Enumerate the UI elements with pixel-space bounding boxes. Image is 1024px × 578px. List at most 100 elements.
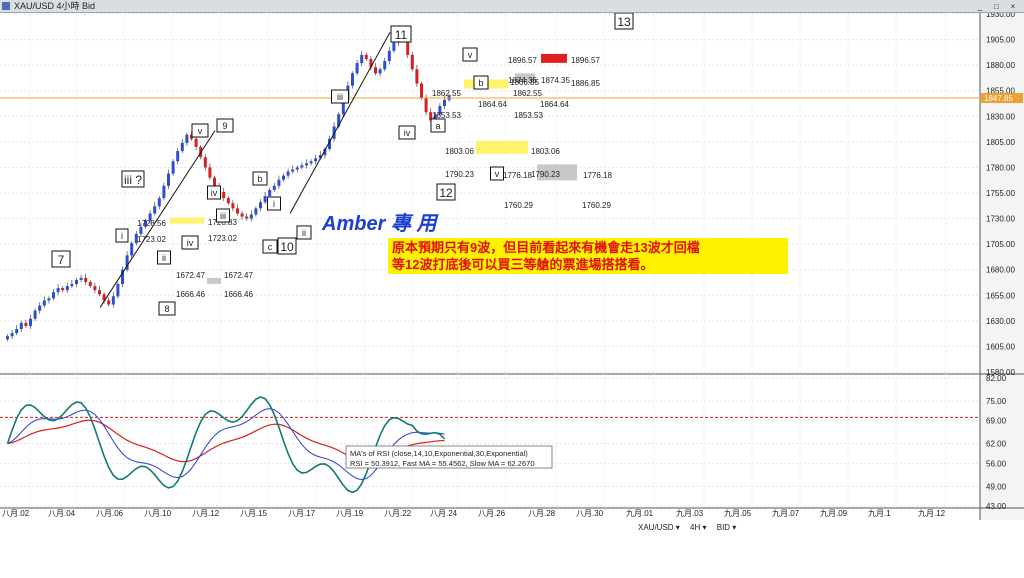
time-tick-label: 八月.04 [48, 509, 76, 518]
wave-label: v [198, 126, 203, 136]
candle-body [282, 175, 285, 180]
price-level-label: 1790.23 [531, 170, 560, 179]
price-chart[interactable]: 1930.001905.001880.001855.001830.001805.… [0, 0, 1024, 578]
maximize-button[interactable]: □ [989, 1, 1003, 13]
candle-body [75, 279, 78, 285]
time-tick-label: 八月.17 [288, 509, 316, 518]
time-tick-label: 八月.28 [528, 509, 556, 518]
candle-body [309, 161, 313, 164]
candle-body [24, 322, 28, 326]
candle-body [415, 69, 419, 84]
candle-body [65, 286, 69, 291]
rsi-tick-label: 75.00 [986, 397, 1007, 406]
window-titlebar[interactable]: XAU/USD 4小時 Bid _ □ × [0, 0, 1024, 13]
price-level-label: 1886.85 [571, 79, 600, 88]
candle-body [263, 196, 267, 203]
wave-label: ii [162, 253, 166, 263]
candle-body [420, 83, 423, 98]
candle-body [378, 69, 382, 74]
candle-body [240, 213, 244, 217]
candle-body [383, 61, 387, 70]
candle-body [98, 290, 101, 295]
time-tick-label: 九月.01 [626, 509, 654, 518]
support-zone [170, 217, 204, 224]
candle-body [226, 198, 230, 204]
time-tick-label: 九月.07 [772, 509, 800, 518]
wave-label: i [273, 199, 275, 209]
rsi-tick-label: 82.00 [986, 374, 1007, 383]
time-tick-label: 九月.05 [724, 509, 752, 518]
candle-body [254, 208, 258, 215]
time-tick-label: 八月.19 [336, 509, 364, 518]
wave-label: v [468, 50, 473, 60]
side-select[interactable]: BID ▾ [717, 523, 737, 532]
wave-label: ii [302, 228, 306, 238]
rsi-tick-label: 49.00 [986, 482, 1007, 491]
candle-body [111, 296, 115, 305]
wave-label: iii [220, 211, 226, 221]
price-level-label: 1790.23 [445, 170, 474, 179]
price-level-label: 1896.57 [508, 56, 537, 65]
time-tick-label: 九月.03 [676, 509, 704, 518]
candle-body [42, 300, 46, 306]
candle-body [15, 329, 19, 334]
price-tick-label: 1705.00 [986, 240, 1015, 249]
price-level-label: 1672.47 [176, 271, 205, 280]
price-level-label: 1760.29 [504, 201, 533, 210]
candle-body [79, 277, 83, 280]
candle-body [61, 288, 65, 291]
price-level-label: 1803.06 [531, 147, 560, 156]
candle-body [84, 277, 88, 282]
candle-body [88, 281, 92, 287]
candle-body [185, 134, 189, 143]
candle-body [300, 165, 304, 168]
candle-body [52, 292, 55, 299]
candle-body [130, 243, 134, 256]
price-tick-label: 1755.00 [986, 189, 1015, 198]
wave-label: iv [404, 128, 411, 138]
candle-body [245, 216, 249, 219]
timeframe-select[interactable]: 4H ▾ [690, 523, 706, 532]
candle-body [153, 206, 157, 214]
wave-label: 7 [58, 253, 65, 267]
wave-label: 8 [164, 304, 169, 314]
price-tick-label: 1905.00 [986, 36, 1015, 45]
rsi-tick-label: 56.00 [986, 459, 1007, 468]
support-zone [476, 140, 528, 154]
candle-body [194, 138, 198, 147]
wave-label: iv [187, 238, 194, 248]
time-tick-label: 八月.02 [2, 509, 30, 518]
candle-body [272, 185, 276, 190]
minimize-button[interactable]: _ [973, 1, 987, 13]
candle-body [6, 336, 9, 340]
price-level-label: 1862.55 [513, 89, 542, 98]
candle-body [70, 284, 74, 287]
candle-body [93, 286, 97, 291]
note-line: 等12波打底後可以買三等艙的票進場搭搭看。 [391, 257, 653, 272]
candle-body [157, 198, 161, 207]
rsi-legend-line: MA's of RSI (close,14,10,Exponential,30,… [350, 449, 528, 458]
price-tick-label: 1830.00 [986, 112, 1015, 121]
candle-body [286, 171, 290, 176]
wave-label: 13 [617, 15, 631, 29]
candle-body [392, 42, 396, 51]
candle-body [10, 333, 14, 337]
candle-body [259, 202, 262, 209]
rsi-tick-label: 62.00 [986, 440, 1007, 449]
wave-label: i [121, 231, 123, 241]
price-level-label: 1853.53 [514, 111, 543, 120]
price-level-label: 1803.06 [445, 147, 474, 156]
close-button[interactable]: × [1006, 1, 1020, 13]
bottom-strip [0, 536, 1024, 578]
price-level-label: 1723.02 [208, 234, 237, 243]
time-tick-label: 九月.12 [918, 509, 946, 518]
candle-body [406, 40, 410, 55]
candle-body [364, 54, 368, 60]
window-title: XAU/USD 4小時 Bid [14, 1, 96, 11]
candle-body [47, 298, 51, 301]
candle-body [277, 179, 281, 186]
candle-body [19, 322, 23, 330]
symbol-select[interactable]: XAU/USD ▾ [638, 523, 680, 532]
wave-label: 10 [280, 240, 294, 254]
wave-label: c [268, 242, 273, 252]
